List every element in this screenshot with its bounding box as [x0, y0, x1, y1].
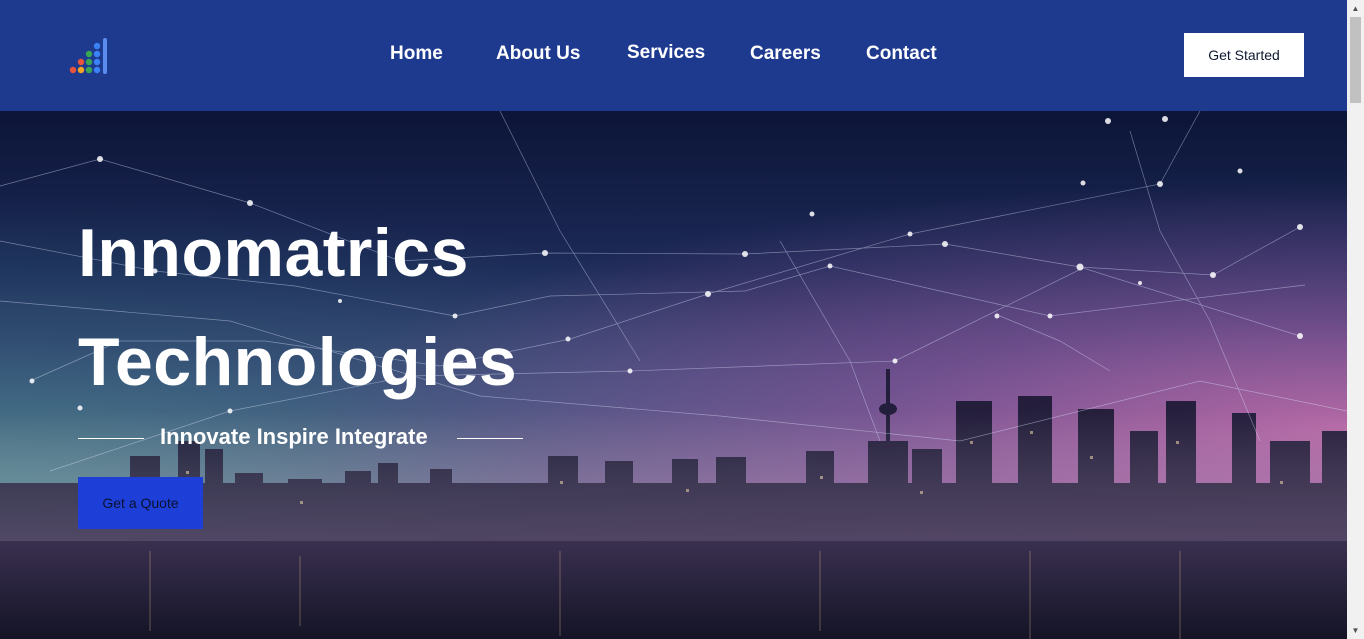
top-navbar: Home About Us Services Careers Contact G… [0, 0, 1347, 111]
get-a-quote-button[interactable]: Get a Quote [78, 477, 203, 529]
triangle-up-icon[interactable]: ▲ [1347, 0, 1364, 17]
scrollbar-thumb[interactable] [1350, 17, 1361, 103]
tagline-divider-right [457, 438, 523, 439]
nav-link-contact[interactable]: Contact [866, 43, 937, 65]
hero-title-line-2: Technologies [78, 324, 518, 400]
hero-title-line-1: Innomatrics [78, 215, 469, 291]
tagline-divider-left [78, 438, 144, 439]
nav-link-about-us[interactable]: About Us [496, 43, 580, 65]
nav-link-careers[interactable]: Careers [750, 43, 821, 65]
triangle-down-icon[interactable]: ▼ [1347, 622, 1364, 639]
nav-link-home[interactable]: Home [390, 43, 443, 65]
tagline-container: Innovate Inspire Integrate [78, 424, 523, 454]
nav-link-services[interactable]: Services [627, 42, 705, 64]
hero-section: Innomatrics Technologies Innovate Inspir… [0, 111, 1347, 639]
page-scrollbar[interactable]: ▲ ▼ [1347, 0, 1364, 639]
logo-icon[interactable] [68, 36, 110, 76]
get-started-button[interactable]: Get Started [1184, 33, 1304, 77]
tagline-text: Innovate Inspire Integrate [160, 424, 428, 449]
